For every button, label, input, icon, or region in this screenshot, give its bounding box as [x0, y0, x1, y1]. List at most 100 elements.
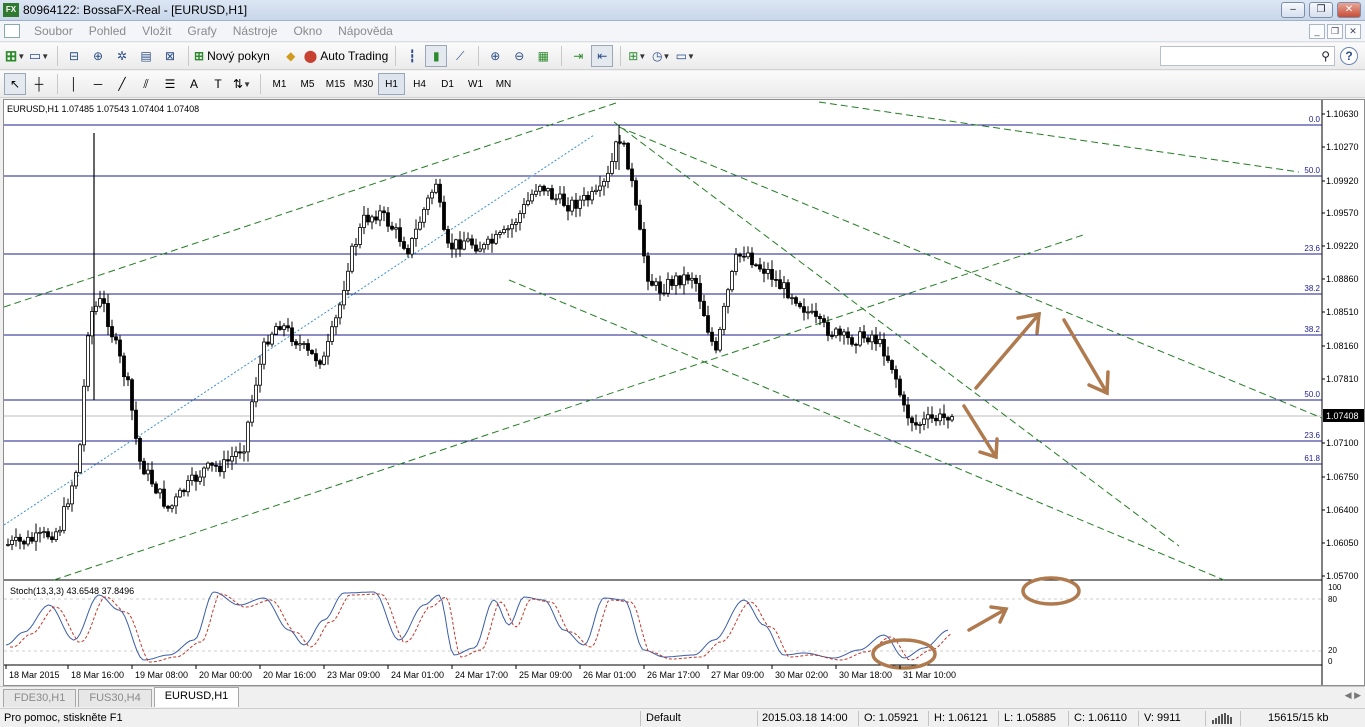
chart-canvas[interactable]: EURUSD,H1 1.07485 1.07543 1.07404 1.0740…: [4, 100, 1364, 685]
price-label: 1.07810: [1326, 374, 1359, 384]
menu-okno[interactable]: Okno: [285, 24, 330, 38]
candle-body: [898, 378, 902, 396]
auto-trading-button[interactable]: ⬤ Auto Trading: [304, 45, 388, 67]
candle-body: [606, 172, 610, 182]
vertical-line-button[interactable]: │: [63, 73, 85, 95]
tab-fde30[interactable]: FDE30,H1: [3, 689, 77, 707]
price-label: 1.06750: [1326, 472, 1359, 482]
navigator-button[interactable]: ✲: [111, 45, 133, 67]
price-label: 1.07100: [1326, 438, 1359, 448]
market-watch-button[interactable]: ⊟: [63, 45, 85, 67]
timeframe-m15[interactable]: M15: [322, 73, 349, 95]
candle-body: [398, 227, 402, 242]
menu-soubor[interactable]: Soubor: [26, 24, 81, 38]
timeframe-mn[interactable]: MN: [490, 73, 517, 95]
candle-body: [678, 275, 682, 286]
candle-body: [254, 384, 258, 403]
candle-body: [434, 183, 438, 193]
new-order-label: Nový pokyn: [207, 49, 270, 63]
cursor-button[interactable]: ↖: [4, 73, 26, 95]
trendline-button[interactable]: ╱: [111, 73, 133, 95]
arrows-button[interactable]: ⇅ ▼: [231, 73, 253, 95]
timeframe-m5[interactable]: M5: [294, 73, 321, 95]
text-button[interactable]: A: [183, 73, 205, 95]
timeframe-w1[interactable]: W1: [462, 73, 489, 95]
candle-body: [142, 460, 146, 475]
chart-window[interactable]: EURUSD,H1 1.07485 1.07543 1.07404 1.0740…: [3, 99, 1365, 686]
candle-body: [94, 305, 98, 312]
horizontal-line-button[interactable]: ─: [87, 73, 109, 95]
data-window-button[interactable]: ⊕: [87, 45, 109, 67]
candle-body: [46, 531, 50, 538]
indicators-button[interactable]: ⊞ ▼: [626, 45, 648, 67]
tab-eurusd[interactable]: EURUSD,H1: [153, 687, 240, 707]
trendline: [818, 101, 1300, 173]
zoom-out-button[interactable]: ⊖: [508, 45, 530, 67]
mdi-minimize-button[interactable]: _: [1309, 24, 1325, 39]
templates-button[interactable]: ▭ ▼: [674, 45, 696, 67]
timeframe-d1[interactable]: D1: [434, 73, 461, 95]
help-icon[interactable]: ?: [1340, 47, 1358, 65]
candle-body: [690, 277, 694, 281]
menu-nastroje[interactable]: Nástroje: [225, 24, 286, 38]
auto-scroll-button[interactable]: ⇥: [567, 45, 589, 67]
tile-windows-button[interactable]: ▦: [532, 45, 554, 67]
text-label-button[interactable]: T: [207, 73, 229, 95]
candle-body: [354, 244, 358, 247]
menu-vlozit[interactable]: Vložit: [134, 24, 179, 38]
tab-scroll-icon[interactable]: ◀ ▶: [1345, 690, 1361, 701]
new-order-button[interactable]: ⊞ Nový pokyn: [194, 45, 270, 67]
candle-body: [222, 459, 226, 473]
trendline: [508, 279, 1225, 581]
timeframe-h4[interactable]: H4: [406, 73, 433, 95]
maximize-button[interactable]: ❐: [1309, 2, 1333, 18]
candle-body: [438, 183, 442, 203]
candle-body: [114, 336, 118, 341]
candle-body: [262, 341, 266, 365]
strategy-tester-button[interactable]: ⊠: [159, 45, 181, 67]
close-button[interactable]: ✕: [1337, 2, 1361, 18]
candle-body: [178, 489, 182, 498]
candle-body: [882, 338, 886, 357]
terminal-button[interactable]: ▤: [135, 45, 157, 67]
timeframe-h1[interactable]: H1: [378, 73, 405, 95]
candle-body: [854, 343, 858, 346]
mdi-close-button[interactable]: ✕: [1345, 24, 1361, 39]
profiles-button[interactable]: ▭ ▼: [28, 45, 50, 67]
status-high: H: 1.06121: [934, 712, 988, 724]
indicator-level: 100: [1328, 583, 1342, 592]
equidistant-channel-button[interactable]: ⫽: [135, 73, 157, 95]
chart-shift-button[interactable]: ⇤: [591, 45, 614, 67]
candle-body: [950, 416, 954, 421]
menu-pohled[interactable]: Pohled: [81, 24, 134, 38]
new-chart-button[interactable]: ⊞ ▼: [4, 45, 26, 67]
candle-body: [290, 327, 294, 342]
candle-body: [818, 316, 822, 319]
candlestick-button[interactable]: ▮: [425, 45, 448, 67]
periods-button[interactable]: ◷ ▼: [650, 45, 672, 67]
mdi-restore-button[interactable]: ❐: [1327, 24, 1343, 39]
crosshair-button[interactable]: ┼: [28, 73, 50, 95]
candle-body: [594, 189, 598, 193]
candle-body: [462, 240, 466, 250]
metaeditor-button[interactable]: ◆: [280, 45, 302, 67]
timeframe-m1[interactable]: M1: [266, 73, 293, 95]
candle-body: [278, 326, 282, 330]
candle-body: [126, 376, 130, 381]
plus-icon: ⊞: [4, 48, 18, 65]
candle-body: [902, 394, 906, 406]
timeframe-m30[interactable]: M30: [350, 73, 377, 95]
menu-napoveda[interactable]: Nápověda: [330, 24, 401, 38]
bar-chart-button[interactable]: ┇: [401, 45, 423, 67]
candle-body: [490, 238, 494, 244]
fibonacci-button[interactable]: ☰: [159, 73, 181, 95]
candle-body: [170, 505, 174, 509]
minimize-button[interactable]: –: [1281, 2, 1305, 18]
tab-fus30[interactable]: FUS30,H4: [78, 689, 152, 707]
candle-body: [18, 536, 22, 542]
menu-grafy[interactable]: Grafy: [179, 24, 224, 38]
search-input[interactable]: ⚲: [1160, 46, 1335, 66]
zoom-in-button[interactable]: ⊕: [484, 45, 506, 67]
document-icon[interactable]: [4, 24, 20, 38]
line-chart-button[interactable]: ⟋: [449, 45, 471, 67]
